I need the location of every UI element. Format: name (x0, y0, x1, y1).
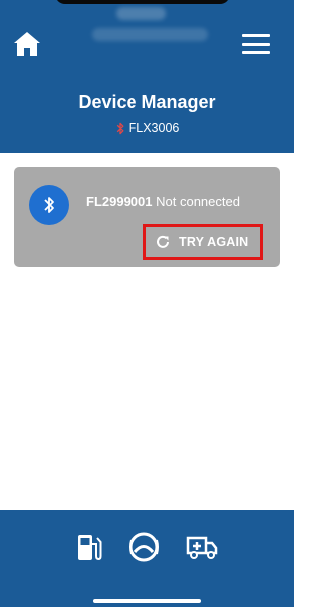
device-notch (55, 0, 230, 4)
bottom-nav (0, 510, 294, 607)
menu-icon (242, 34, 270, 37)
gauge-ring-icon (129, 532, 159, 562)
app-header: Device Manager FLX3006 (0, 0, 294, 153)
nav-fuel[interactable] (76, 531, 102, 563)
home-indicator[interactable] (93, 599, 201, 603)
device-id: FL2999001 (86, 194, 153, 209)
bluetooth-icon (116, 122, 124, 134)
nav-gauge[interactable] (128, 531, 160, 563)
home-button[interactable] (12, 30, 42, 58)
refresh-icon (157, 235, 169, 248)
try-again-button[interactable]: TRY AGAIN (143, 224, 263, 260)
connected-device-row: FLX3006 (0, 121, 294, 135)
fuel-pump-icon (78, 535, 102, 561)
status-blur-title (116, 7, 166, 20)
page-title: Device Manager (78, 92, 216, 112)
medical-vehicle-icon (186, 536, 218, 559)
connected-device-name: FLX3006 (128, 121, 180, 135)
device-card: FL2999001 Not connected TRY AGAIN (14, 167, 280, 267)
try-again-label: TRY AGAIN (179, 235, 249, 249)
nav-medical[interactable] (186, 531, 218, 563)
status-blur-subtitle (92, 28, 208, 41)
bluetooth-icon (44, 197, 54, 213)
connection-status: Not connected (156, 194, 240, 209)
bluetooth-badge (29, 185, 69, 225)
home-icon (14, 32, 40, 56)
device-status-line: FL2999001 Not connected (86, 194, 240, 209)
menu-button[interactable] (242, 34, 270, 54)
